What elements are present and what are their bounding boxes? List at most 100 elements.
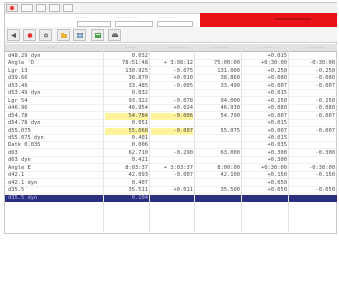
table-cell: 46.954: [128, 105, 148, 112]
table-cell: [151, 195, 193, 202]
table-cell: [290, 53, 335, 60]
table-cell: 0.407: [131, 179, 148, 186]
column-header-actual[interactable]: ·····: [125, 45, 137, 50]
table-cell: d55.075: [8, 127, 31, 134]
table-cell: +0.007: [267, 82, 287, 89]
table-cell: d54.78: [8, 112, 28, 119]
column-header-deviation[interactable]: ········: [167, 45, 186, 50]
table-cell: Datk 0.035: [8, 142, 41, 149]
table-cell: -0.150: [315, 172, 335, 179]
table-cell: Angle 'D: [8, 60, 34, 67]
table-cell: -0.007: [315, 112, 335, 119]
table-cell: d53.49: [8, 82, 28, 89]
export-button[interactable]: [91, 29, 104, 41]
table-cell: [290, 195, 335, 202]
app-icon[interactable]: [6, 4, 18, 12]
table-cell: 0.401: [131, 134, 148, 141]
table-cell: 94.000: [220, 97, 240, 104]
table-cell: -0.050: [315, 187, 335, 194]
table-cell: -0:30:00: [309, 60, 335, 67]
table-cell: -0.005: [173, 82, 193, 89]
column-header-lower-tol[interactable]: ·······: [307, 45, 324, 50]
menu-item-2[interactable]: [36, 4, 46, 12]
print-icon: [112, 33, 118, 37]
table-cell: 0.421: [131, 157, 148, 164]
table-cell: 55.075: [220, 127, 240, 134]
table-cell: -0.078: [173, 97, 193, 104]
table-cell: -0.007: [315, 82, 335, 89]
table-cell: d35.5: [8, 187, 25, 194]
measurement-window: ····· ·········· ········ ···· ····· ···…: [4, 2, 337, 234]
menu-item-4[interactable]: [63, 4, 73, 12]
table-cell: d63: [8, 149, 18, 156]
table-cell: +0.250: [267, 97, 287, 104]
table-cell: +0.080: [267, 75, 287, 82]
table-cell: +0.050: [267, 187, 287, 194]
table-cell: [195, 90, 240, 97]
folder-icon: [61, 33, 67, 38]
grid-button[interactable]: [73, 29, 86, 41]
table-cell: 33.485: [128, 82, 148, 89]
filter-label-c: ········: [157, 15, 177, 20]
table-cell: +0.300: [267, 157, 287, 164]
table-cell: [243, 195, 287, 202]
table-cell: + 3:03:37: [163, 164, 193, 171]
table-cell: -0.075: [173, 67, 193, 74]
stop-button[interactable]: [23, 29, 36, 41]
table-cell: +0:30:00: [261, 164, 287, 171]
table-cell: -0:30:00: [309, 164, 335, 171]
table-cell: -0.007: [173, 172, 193, 179]
table-cell: -0.250: [315, 67, 335, 74]
table-cell: 131.000: [217, 67, 240, 74]
table-cell: -0.080: [315, 75, 335, 82]
grid-icon: [77, 33, 83, 38]
table-cell: [195, 53, 240, 60]
table-cell: 8:03:37: [125, 164, 148, 171]
back-button[interactable]: [7, 29, 20, 41]
table-cell: [151, 157, 193, 164]
table-cell: -0.300: [315, 149, 335, 156]
table-cell: 0.006: [131, 142, 148, 149]
settings-icon: [44, 33, 48, 38]
table-cell: d39.66: [8, 75, 28, 82]
table-cell: 38.870: [128, 75, 148, 82]
table-cell: 78:51:48: [122, 60, 148, 67]
table-cell: +0.150: [267, 172, 287, 179]
menu-item-1[interactable]: [21, 4, 33, 12]
table-cell: [195, 142, 240, 149]
table-cell: +0.050: [267, 179, 287, 186]
table-cell: [290, 120, 335, 127]
alert-status-bar: [200, 13, 337, 28]
table-cell: 42.100: [220, 172, 240, 179]
table-cell: d35.5 dyn: [8, 194, 38, 201]
print-button[interactable]: [108, 29, 121, 41]
table-cell: d42.1: [8, 172, 25, 179]
table-cell: [195, 195, 240, 202]
column-divider: [288, 44, 289, 234]
table-cell: +0.024: [173, 105, 193, 112]
settings-button[interactable]: [39, 29, 52, 41]
table-cell: Lgr 54: [8, 97, 28, 104]
table-cell: 8:00:00: [217, 164, 240, 171]
table-cell: [195, 135, 240, 142]
column-header-upper-tol[interactable]: ······: [261, 45, 275, 50]
folder-button[interactable]: [57, 29, 70, 41]
column-header-nominal[interactable]: ·······: [211, 45, 228, 50]
column-header-name[interactable]: ····: [45, 45, 55, 50]
table-cell: 62.710: [128, 149, 148, 156]
table-cell: +0.010: [173, 75, 193, 82]
menu-item-3[interactable]: [49, 4, 60, 12]
table-cell: d63 dyn: [8, 157, 31, 164]
table-cell: 33.490: [220, 82, 240, 89]
table-cell: +0.300: [267, 149, 287, 156]
table-cell: [151, 120, 193, 127]
export-icon: [95, 33, 101, 38]
table-cell: d42.1 dyn: [8, 179, 38, 186]
measurement-table: ···· ····· ········ ······· ······ ·····…: [5, 44, 337, 234]
table-cell: 38.860: [220, 75, 240, 82]
table-cell: 63.000: [220, 149, 240, 156]
table-cell: Angle E: [8, 164, 31, 171]
table-cell: 55.068: [105, 127, 148, 135]
table-cell: 0.104: [131, 194, 148, 201]
table-cell: +0.080: [267, 105, 287, 112]
